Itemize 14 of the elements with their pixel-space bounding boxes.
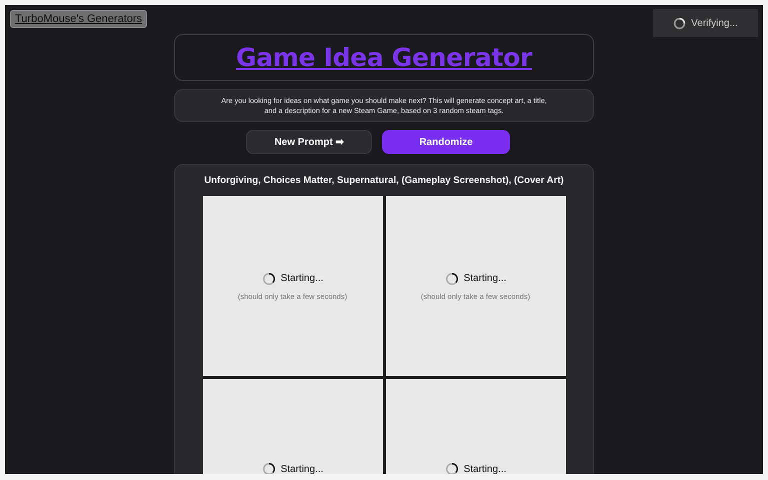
spinner-icon bbox=[444, 272, 459, 286]
status-text: Starting... bbox=[280, 464, 324, 474]
verify-badge: Verifying... bbox=[653, 9, 758, 37]
status-text: Starting... bbox=[464, 273, 506, 284]
status-text: Starting... bbox=[280, 273, 324, 284]
randomize-button[interactable]: Randomize bbox=[382, 130, 510, 154]
status-text: Starting... bbox=[464, 464, 506, 474]
spinner-icon bbox=[262, 462, 276, 474]
prompt-text: Unforgiving, Choices Matter, Supernatural, (Gameplay Screenshot), (Cover Art) bbox=[203, 175, 565, 186]
new-prompt-button[interactable]: New Prompt ➡ bbox=[246, 130, 372, 154]
spinner-icon bbox=[673, 16, 686, 30]
spinner-icon bbox=[262, 272, 276, 286]
spinner-icon bbox=[444, 462, 459, 474]
site-link[interactable]: TurboMouse's Generators bbox=[10, 10, 148, 28]
